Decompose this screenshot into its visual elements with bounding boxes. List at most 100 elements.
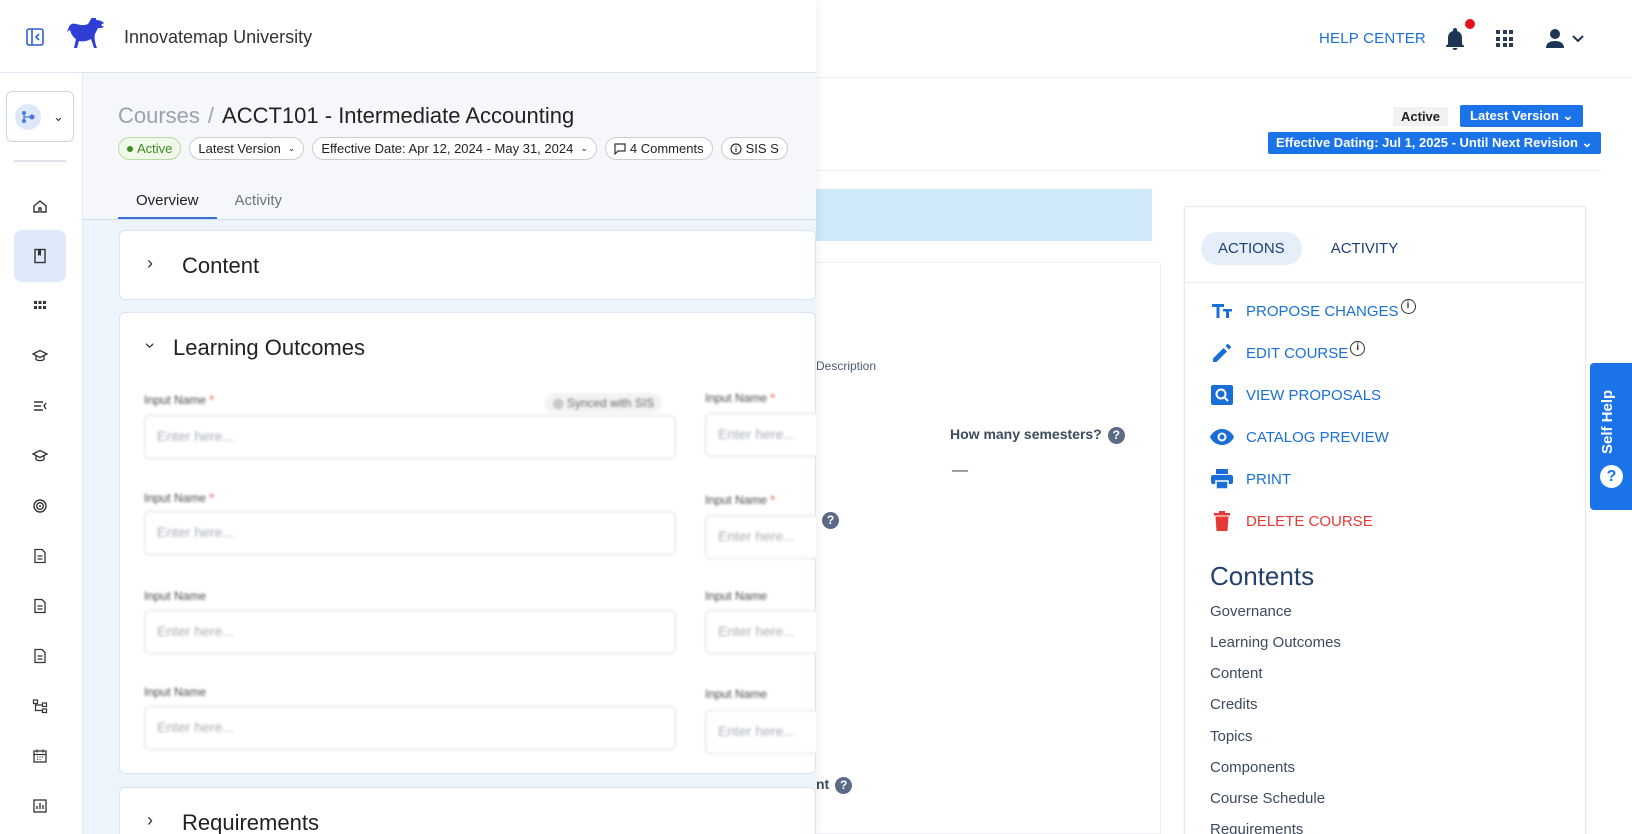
field-label-text: Input Name	[705, 493, 768, 507]
toc-item-components[interactable]: Components	[1210, 759, 1295, 776]
delete-course-label: DELETE COURSE	[1246, 512, 1373, 530]
info-icon[interactable]: i	[1350, 340, 1366, 356]
view-proposals-label: VIEW PROPOSALS	[1246, 386, 1382, 404]
sis-label: SIS S	[745, 141, 779, 156]
course-overlay-window: Innovatemap University ⌄ Courses / ACCT101…	[0, 0, 816, 834]
sidebar-item-analytics[interactable]	[14, 780, 66, 832]
help-icon[interactable]: ?	[822, 512, 839, 529]
input-field[interactable]: Enter here...	[144, 610, 676, 654]
sidebar: ⌄	[0, 73, 83, 834]
toc-item-course-schedule[interactable]: Course Schedule	[1210, 790, 1325, 807]
view-proposals-action[interactable]: VIEW PROPOSALS	[1210, 384, 1381, 406]
toc-item-content[interactable]: Content	[1210, 665, 1263, 682]
semesters-label: How many semesters??	[950, 426, 1125, 444]
semesters-label-text: How many semesters?	[950, 426, 1102, 442]
sidebar-item-academics[interactable]	[14, 330, 66, 382]
info-icon	[729, 142, 742, 155]
required-marker: *	[209, 491, 215, 505]
sidebar-item-calendar[interactable]	[14, 730, 66, 782]
outcome-fields: Input Name * ◎ Synced with SIS Enter her…	[120, 383, 816, 763]
version-dropdown[interactable]: Latest Version ⌄	[189, 137, 305, 160]
calendar-icon	[33, 749, 47, 763]
effective-dating-dropdown[interactable]: Effective Dating: Jul 1, 2025 - Until Ne…	[1268, 132, 1601, 154]
tab-overview[interactable]: Overview	[118, 190, 217, 219]
trash-icon	[1210, 510, 1234, 532]
book-icon	[34, 248, 46, 264]
help-icon[interactable]: ?	[1107, 426, 1125, 444]
input-field[interactable]: Enter here...	[144, 511, 676, 555]
toc-item-learning-outcomes[interactable]: Learning Outcomes	[1210, 634, 1341, 651]
comments-label: 4 Comments	[629, 141, 704, 156]
workspace-switcher[interactable]: ⌄	[6, 91, 74, 142]
section-title: Content	[182, 253, 260, 278]
sidebar-item-workflows[interactable]	[14, 680, 66, 732]
bell-icon[interactable]	[1444, 27, 1466, 51]
contents-heading: Contents	[1210, 561, 1315, 591]
field-label: Input Name *	[705, 391, 775, 405]
field-label-text: Input Name	[705, 391, 768, 405]
sidebar-item-home[interactable]	[14, 180, 66, 232]
sidebar-item-reports[interactable]	[14, 580, 66, 632]
propose-changes-label: PROPOSE CHANGES	[1246, 302, 1399, 320]
field-label-text: Input Name	[144, 393, 207, 407]
catalog-preview-action[interactable]: CATALOG PREVIEW	[1210, 426, 1389, 448]
sidebar-item-forms[interactable]	[14, 630, 66, 682]
tab-activity[interactable]: ACTIVITY	[1314, 232, 1416, 265]
breadcrumb-courses[interactable]: Courses	[118, 103, 200, 128]
sidebar-item-degrees[interactable]	[14, 430, 66, 482]
self-help-label: Self Help	[1599, 389, 1616, 454]
collapse-sidebar-icon[interactable]	[26, 28, 44, 46]
sidebar-item-lists[interactable]	[14, 380, 66, 432]
version-label: Latest Version	[198, 141, 281, 156]
document-icon	[34, 598, 46, 614]
apps-grid-icon[interactable]	[1496, 30, 1513, 47]
section-content[interactable]: › Content	[119, 230, 816, 300]
sis-chip[interactable]: SIS S	[720, 137, 788, 160]
section-requirements[interactable]: › Requirements	[119, 787, 816, 834]
sidebar-item-programs[interactable]	[14, 280, 66, 332]
chevron-right-icon: ›	[147, 253, 153, 273]
input-field[interactable]: Enter here...	[144, 415, 676, 459]
tab-actions[interactable]: ACTIONS	[1201, 232, 1302, 265]
input-field[interactable]: Enter here...	[144, 706, 676, 750]
synced-label: Synced with SIS	[566, 396, 655, 410]
edit-course-action[interactable]: EDIT COURSE i	[1210, 340, 1366, 364]
input-field[interactable]: Enter here...	[705, 710, 816, 754]
toc-item-credits[interactable]: Credits	[1210, 696, 1258, 713]
input-field[interactable]: Enter here...	[705, 413, 816, 457]
chevron-down-icon: ⌄	[287, 143, 296, 153]
help-icon[interactable]: ?	[835, 776, 853, 794]
tab-activity[interactable]: Activity	[217, 190, 301, 219]
input-field[interactable]: Enter here...	[705, 515, 816, 559]
field-label: Input Name	[705, 687, 768, 701]
effective-date-dropdown[interactable]: Effective Date: Apr 12, 2024 - May 31, 2…	[312, 137, 597, 160]
list-icon	[34, 401, 47, 411]
status-dot	[127, 145, 133, 152]
required-marker: *	[209, 393, 215, 407]
delete-course-action[interactable]: DELETE COURSE	[1210, 510, 1373, 532]
app: HELP CENTER Active Latest Version ⌄ Effe…	[0, 0, 1632, 834]
sidebar-item-courses[interactable]	[14, 230, 66, 282]
divider	[1185, 282, 1585, 283]
sidebar-item-documents[interactable]	[14, 530, 66, 582]
info-icon[interactable]: i	[1400, 298, 1416, 314]
toc-item-governance[interactable]: Governance	[1210, 603, 1292, 620]
home-icon	[33, 200, 47, 213]
comments-chip[interactable]: 4 Comments	[604, 137, 713, 160]
propose-changes-action[interactable]: PROPOSE CHANGES i	[1210, 298, 1416, 322]
toc-item-requirements[interactable]: Requirements	[1210, 821, 1303, 834]
version-dropdown[interactable]: Latest Version ⌄	[1460, 105, 1584, 127]
comment-icon	[614, 142, 626, 155]
chart-icon	[33, 799, 47, 813]
partial-field-text: nt	[816, 776, 830, 792]
chevron-down-icon: ⌄	[1581, 135, 1593, 150]
chevron-down-icon[interactable]: ›	[140, 343, 161, 349]
input-field[interactable]: Enter here...	[705, 610, 816, 654]
sidebar-item-outcomes[interactable]	[14, 480, 66, 532]
user-menu[interactable]	[1545, 28, 1587, 50]
toc-item-topics[interactable]: Topics	[1210, 728, 1253, 745]
print-action[interactable]: PRINT	[1210, 468, 1291, 490]
effective-date-label: Effective Date: Apr 12, 2024 - May 31, 2…	[321, 141, 574, 156]
printer-icon	[1210, 468, 1234, 490]
help-center-link[interactable]: HELP CENTER	[1319, 30, 1426, 47]
